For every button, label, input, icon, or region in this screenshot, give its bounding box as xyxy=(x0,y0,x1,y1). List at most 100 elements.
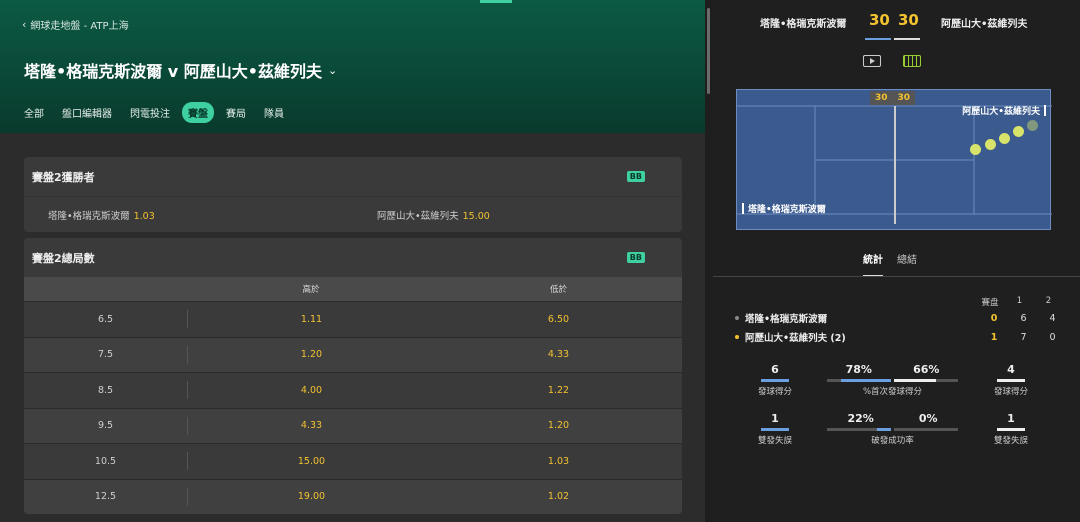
set1-games: 6 xyxy=(1020,312,1027,324)
player1-score: 30 xyxy=(869,11,890,29)
breadcrumb-label[interactable]: 網球走地盤 - ATP上海 xyxy=(30,17,128,32)
under-odds[interactable]: 6.50 xyxy=(435,314,682,325)
stat-value: 1 xyxy=(771,412,779,425)
play-video-icon[interactable] xyxy=(863,55,881,67)
line-value: 7.5 xyxy=(97,349,114,361)
ball-trail-5 xyxy=(1027,120,1038,131)
stat-label: 發球得分 xyxy=(993,387,1028,397)
under-odds[interactable]: 1.02 xyxy=(435,491,682,502)
stat-label: 破發成功率 xyxy=(871,436,914,446)
court-score: 30 30 xyxy=(870,91,916,105)
set2-games: 0 xyxy=(1049,331,1056,343)
selection-player2[interactable]: 阿歷山大•茲維列夫 15.00 xyxy=(353,208,682,222)
selection-odds[interactable]: 15.00 xyxy=(463,211,490,222)
under-odds[interactable]: 1.20 xyxy=(435,420,682,431)
divider xyxy=(713,276,1080,277)
court-net xyxy=(894,106,896,224)
bet-builder-badge: BB xyxy=(626,171,645,182)
tab-games[interactable]: 賽局 xyxy=(220,102,252,123)
tab-quick-bet[interactable]: 閃電投注 xyxy=(124,102,176,123)
sets-header-col: 2 xyxy=(1045,296,1052,306)
scoreboard: 塔隆•格瑞克斯波爾 30 30 阿歷山大•茲維列夫 xyxy=(713,0,1080,42)
line-value: 8.5 xyxy=(97,384,114,396)
over-odds[interactable]: 4.33 xyxy=(188,420,435,431)
scrollbar[interactable] xyxy=(707,8,710,94)
stat-aces-player2: 4 發球得分 xyxy=(981,363,1041,397)
ball-trail-4 xyxy=(1013,126,1024,137)
sets-header: 賽盘 1 2 xyxy=(975,296,1063,308)
sets-header-col: 賽盘 xyxy=(981,298,999,308)
selection-player1[interactable]: 塔隆•格瑞克斯波爾 1.03 xyxy=(24,208,353,222)
chevron-down-icon[interactable]: ⌄ xyxy=(328,64,337,77)
over-odds[interactable]: 4.00 xyxy=(188,385,435,396)
stat-first-serve: 78% 66% %首次發球得分 xyxy=(825,363,960,397)
selection-name: 塔隆•格瑞克斯波爾 xyxy=(48,210,130,222)
live-panel: 塔隆•格瑞克斯波爾 30 30 阿歷山大•茲維列夫 30 30 阿歷山大•茲維列… xyxy=(713,0,1080,522)
table-row: 10.5 15.00 1.03 xyxy=(24,443,682,479)
player2-indicator xyxy=(894,38,920,40)
breadcrumb[interactable]: ‹ 網球走地盤 - ATP上海 xyxy=(22,17,129,32)
court-view-icon[interactable] xyxy=(903,55,921,67)
stat-label: 雙發失誤 xyxy=(757,436,792,446)
ball-trail-1 xyxy=(970,144,981,155)
tab-players[interactable]: 隊員 xyxy=(258,102,290,123)
tab-bet-builder[interactable]: 盤口編輯器 xyxy=(56,102,118,123)
sets-row-player1: 塔隆•格瑞克斯波爾 0 6 4 xyxy=(735,310,1075,326)
selection-odds[interactable]: 1.03 xyxy=(134,211,155,222)
under-odds[interactable]: 1.22 xyxy=(435,385,682,396)
column-under: 低於 xyxy=(549,285,567,295)
stat-value: 6 xyxy=(771,363,779,376)
court-player2-name: 阿歷山大•茲維列夫 xyxy=(962,107,1040,117)
stat-label: 發球得分 xyxy=(757,387,792,397)
page-title[interactable]: 塔隆•格瑞克斯波爾 v 阿歷山大•茲維列夫 ⌄ xyxy=(24,58,337,82)
stat-df-player2: 1 雙發失誤 xyxy=(981,412,1041,446)
stat-value-left: 78% xyxy=(845,363,872,376)
sets-won: 0 xyxy=(990,312,998,324)
stat-value: 1 xyxy=(1007,412,1015,425)
over-odds[interactable]: 1.20 xyxy=(188,349,435,360)
stat-value-left: 22% xyxy=(847,412,874,425)
market-title: 賽盤2獲勝者 xyxy=(32,170,95,184)
stat-bar-right xyxy=(894,379,958,382)
market-header[interactable]: 賽盤2總局數 BB xyxy=(24,238,682,277)
over-odds[interactable]: 15.00 xyxy=(188,456,435,467)
table-row: 7.5 1.20 4.33 xyxy=(24,336,682,372)
over-odds[interactable]: 1.11 xyxy=(188,314,435,325)
tab-all[interactable]: 全部 xyxy=(24,102,50,123)
set1-games: 7 xyxy=(1020,331,1027,343)
sets-header-col: 1 xyxy=(1016,296,1023,306)
under-odds[interactable]: 4.33 xyxy=(435,349,682,360)
stat-label: %首次發球得分 xyxy=(862,387,923,397)
tab-summary[interactable]: 總結 xyxy=(897,251,917,277)
tab-statistics[interactable]: 統計 xyxy=(863,251,883,277)
market-panel: ‹ 網球走地盤 - ATP上海 塔隆•格瑞克斯波爾 v 阿歷山大•茲維列夫 ⌄ … xyxy=(0,0,705,522)
stat-value-right: 0% xyxy=(918,412,938,425)
ball-trail-3 xyxy=(999,133,1010,144)
match-header: ‹ 網球走地盤 - ATP上海 塔隆•格瑞克斯波爾 v 阿歷山大•茲維列夫 ⌄ … xyxy=(0,0,705,133)
player-name: 塔隆•格瑞克斯波爾 xyxy=(745,314,828,325)
bet-builder-badge: BB xyxy=(626,252,645,263)
player2-score: 30 xyxy=(898,11,919,29)
market-header[interactable]: 賽盤2獲勝者 BB xyxy=(24,157,682,196)
market-tabs: 全部 盤口編輯器 閃電投注 賽盤 賽局 隊員 xyxy=(24,102,296,123)
ball-trail-2 xyxy=(985,139,996,150)
over-odds[interactable]: 19.00 xyxy=(188,491,435,502)
line-value: 9.5 xyxy=(97,420,114,432)
top-indicator xyxy=(480,0,512,3)
tab-sets[interactable]: 賽盤 xyxy=(182,102,214,123)
table-row: 6.5 1.11 6.50 xyxy=(24,301,682,337)
stats-tabs: 統計 總結 xyxy=(863,251,917,277)
stat-bar xyxy=(761,379,789,382)
market-set2-winner: 賽盤2獲勝者 BB 塔隆•格瑞克斯波爾 1.03 阿歷山大•茲維列夫 15.00 xyxy=(24,157,682,232)
player1-name: 塔隆•格瑞克斯波爾 xyxy=(760,19,847,30)
match-title-text: 塔隆•格瑞克斯波爾 v 阿歷山大•茲維列夫 xyxy=(24,62,323,81)
table-row: 12.5 19.00 1.02 xyxy=(24,478,682,514)
stat-label: 雙發失誤 xyxy=(993,436,1028,446)
under-odds[interactable]: 1.03 xyxy=(435,456,682,467)
table-row: 9.5 4.33 1.20 xyxy=(24,407,682,443)
court-visual: 30 30 阿歷山大•茲維列夫 塔隆•格瑞克斯波爾 xyxy=(736,89,1052,230)
chevron-left-icon[interactable]: ‹ xyxy=(22,18,26,31)
serve-dot xyxy=(735,335,739,339)
court-score-p1: 30 xyxy=(870,91,893,105)
stat-break-points: 22% 0% 破發成功率 xyxy=(825,412,960,446)
